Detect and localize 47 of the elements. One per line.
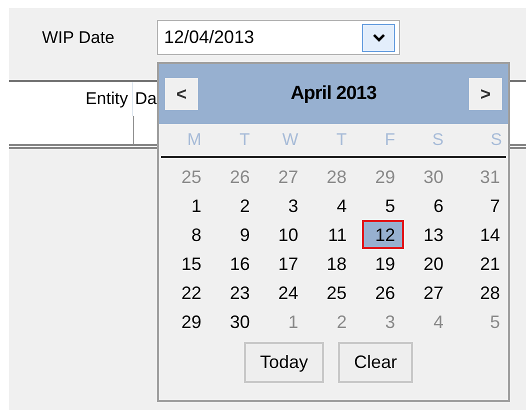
weekday-label: F <box>384 130 396 150</box>
date-field[interactable]: 12/04/2013 <box>157 20 400 55</box>
weekday-label: S <box>490 130 503 150</box>
calendar-day[interactable]: 10 <box>262 220 310 249</box>
weekday-label: T <box>238 130 251 150</box>
calendar-day[interactable]: 6 <box>407 191 456 220</box>
calendar-day[interactable]: 23 <box>213 278 262 307</box>
calendar-day[interactable]: 9 <box>213 220 262 249</box>
calendar-day[interactable]: 24 <box>262 278 310 307</box>
weekday-label: T <box>335 130 348 150</box>
calendar-day[interactable]: 25 <box>310 278 359 307</box>
calendar-day[interactable]: 19 <box>358 249 408 278</box>
calendar-day[interactable]: 26 <box>358 278 408 307</box>
weekday-label: S <box>431 130 445 150</box>
calendar-day[interactable]: 17 <box>262 249 310 278</box>
calendar-day[interactable]: 8 <box>165 220 214 249</box>
calendar-day[interactable]: 15 <box>165 249 214 278</box>
column-header[interactable]: Da <box>133 82 161 116</box>
calendar-day[interactable]: 16 <box>213 249 262 278</box>
calendar-day[interactable]: 28 <box>456 278 504 307</box>
today-button[interactable]: Today <box>244 342 324 383</box>
weekday-label: M <box>186 130 202 150</box>
dropdown-button[interactable] <box>362 24 395 52</box>
calendar-day[interactable]: 12 <box>362 220 404 249</box>
calendar-day[interactable]: 22 <box>165 278 214 307</box>
field-label: WIP Date <box>42 28 116 48</box>
previous-month-button[interactable]: < <box>165 78 198 110</box>
calendar-day[interactable]: 27 <box>407 278 456 307</box>
calendar-day[interactable]: 18 <box>310 249 359 278</box>
chevron-down-icon <box>372 34 384 42</box>
calendar-day[interactable]: 14 <box>456 220 504 249</box>
calendar-day[interactable]: 29 <box>165 307 214 336</box>
month-title: April 2013 <box>290 83 376 105</box>
calendar-day[interactable]: 4 <box>310 191 359 220</box>
calendar-day[interactable]: 30 <box>213 307 262 336</box>
calendar-day[interactable]: 1 <box>165 191 214 220</box>
calendar-day[interactable]: 7 <box>456 191 504 220</box>
calendar-day[interactable]: 21 <box>456 249 504 278</box>
calendar-day[interactable]: 13 <box>407 220 456 249</box>
calendar-day[interactable]: 20 <box>407 249 456 278</box>
calendar-day[interactable]: 2 <box>213 191 262 220</box>
calendar-day[interactable]: 5 <box>358 191 408 220</box>
weekday-label: W <box>281 130 300 150</box>
next-month-button[interactable]: > <box>468 78 502 110</box>
calendar-day[interactable]: 3 <box>262 191 310 220</box>
clear-button[interactable]: Clear <box>338 342 414 383</box>
calendar-day[interactable]: 11 <box>310 220 359 249</box>
